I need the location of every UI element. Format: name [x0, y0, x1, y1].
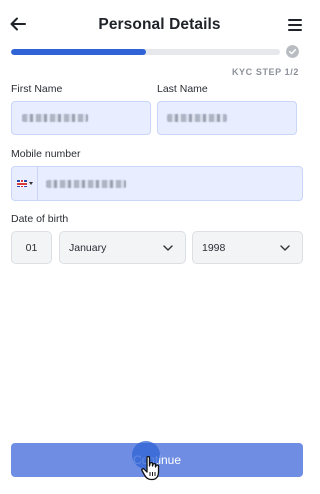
page-title: Personal Details	[98, 16, 221, 33]
dob-year-value: 1998	[202, 241, 226, 254]
chevron-down-icon	[163, 244, 173, 251]
header: Personal Details	[0, 0, 319, 50]
progress-bar	[11, 49, 280, 55]
country-code-selector[interactable]	[12, 167, 38, 200]
check-circle-icon	[286, 45, 299, 58]
dob-day-field[interactable]: 01	[11, 231, 52, 264]
dob-year-select[interactable]: 1998	[192, 231, 303, 264]
uk-flag-icon	[16, 180, 27, 187]
hamburger-menu-icon[interactable]	[288, 19, 302, 31]
progress-fill	[11, 49, 146, 55]
first-name-label: First Name	[11, 83, 63, 95]
redacted-value	[167, 114, 227, 122]
last-name-label: Last Name	[157, 83, 208, 95]
dob-month-select[interactable]: January	[59, 231, 186, 264]
redacted-value	[46, 179, 126, 188]
dob-month-value: January	[69, 241, 107, 254]
redacted-value	[22, 114, 88, 122]
first-name-field[interactable]	[11, 101, 151, 135]
chevron-down-icon	[280, 244, 290, 251]
step-label: KYC STEP 1/2	[231, 67, 299, 77]
last-name-field[interactable]	[157, 101, 297, 135]
hand-cursor-icon	[141, 455, 160, 481]
dob-day-value: 01	[25, 241, 38, 254]
mobile-number-field[interactable]	[11, 166, 303, 201]
caret-down-icon	[28, 182, 33, 185]
mobile-label: Mobile number	[11, 148, 81, 160]
dob-label: Date of birth	[11, 213, 69, 225]
